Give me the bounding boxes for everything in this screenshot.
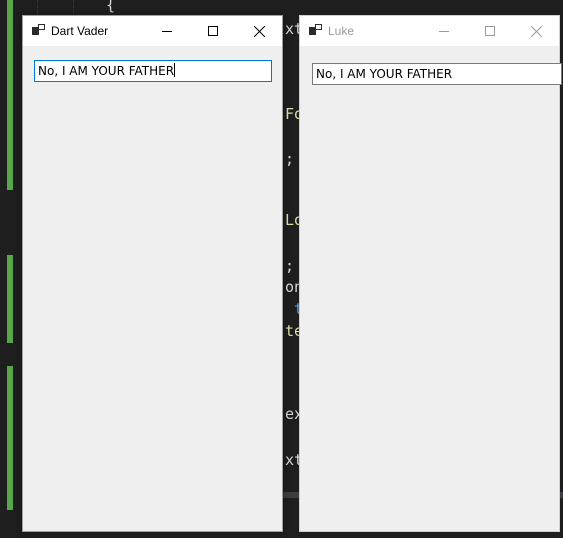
close-icon bbox=[530, 25, 542, 37]
window-title: Luke bbox=[328, 24, 355, 38]
text-caret bbox=[174, 63, 176, 77]
code-fragment: { bbox=[106, 0, 116, 14]
change-indicator-bar bbox=[7, 366, 13, 510]
form-client-area: No, I AM YOUR FATHER bbox=[23, 46, 282, 531]
minimize-icon bbox=[439, 31, 449, 32]
change-indicator-bar bbox=[7, 255, 13, 343]
close-button[interactable] bbox=[513, 16, 559, 46]
code-fragment: ; bbox=[285, 257, 295, 275]
textbox-value: No, I AM YOUR FATHER bbox=[38, 64, 175, 78]
window-dart-vader[interactable]: Dart Vader No, I AM YOUR FATHER bbox=[22, 15, 283, 532]
close-icon bbox=[253, 25, 265, 37]
message-textbox[interactable]: No, I AM YOUR FATHER bbox=[34, 60, 272, 82]
change-indicator-bar bbox=[7, 0, 13, 190]
close-button[interactable] bbox=[236, 16, 282, 46]
maximize-button[interactable] bbox=[467, 16, 513, 46]
minimize-button[interactable] bbox=[144, 16, 190, 46]
app-form-icon bbox=[32, 24, 45, 35]
form-client-area: No, I AM YOUR FATHER bbox=[300, 46, 562, 531]
textbox-value: No, I AM YOUR FATHER bbox=[316, 67, 453, 81]
message-textbox[interactable]: No, I AM YOUR FATHER bbox=[312, 63, 562, 85]
title-bar[interactable]: Luke bbox=[300, 16, 559, 46]
maximize-icon bbox=[208, 26, 218, 36]
maximize-icon bbox=[485, 26, 495, 36]
minimize-icon bbox=[162, 31, 172, 32]
maximize-button[interactable] bbox=[190, 16, 236, 46]
title-bar[interactable]: Dart Vader bbox=[23, 16, 282, 46]
minimize-button[interactable] bbox=[421, 16, 467, 46]
window-luke[interactable]: Luke No, I AM YOUR FATHER bbox=[299, 15, 562, 532]
window-title: Dart Vader bbox=[51, 24, 109, 38]
app-form-icon bbox=[309, 24, 322, 35]
code-fragment: ; bbox=[285, 150, 295, 168]
